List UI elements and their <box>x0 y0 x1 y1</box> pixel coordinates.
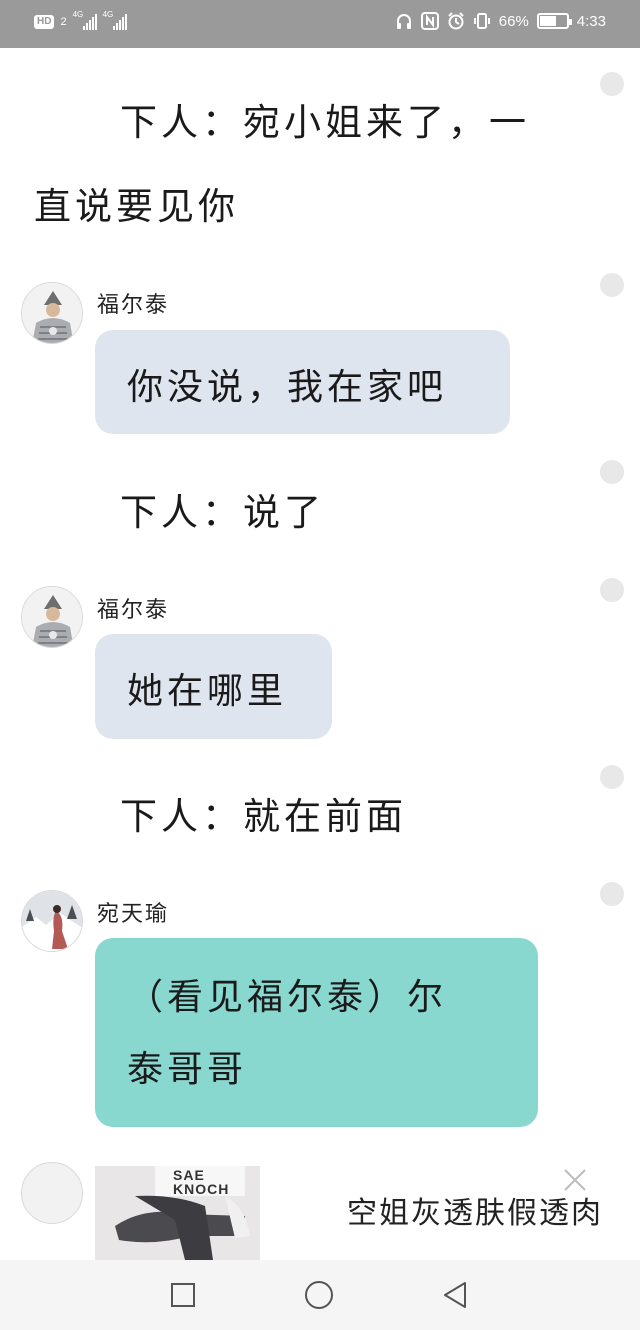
message-text: 她在哪里 <box>127 671 288 712</box>
close-icon[interactable] <box>561 1166 589 1194</box>
sender-name: 福尔泰 <box>97 293 170 318</box>
avatar[interactable] <box>21 1162 83 1224</box>
status-left: HD 2 4G 4G <box>34 10 127 30</box>
message-text: 你没说，我在家吧 <box>127 367 448 408</box>
hd-badge: HD <box>34 15 55 29</box>
network-type: 4G <box>72 10 84 19</box>
narration-text: 直说要见你 <box>34 185 239 228</box>
ad-banner[interactable]: SAE KNOCH 空姐灰透肤假透肉 <box>95 1166 640 1260</box>
signal-icon: 4G <box>73 10 97 30</box>
headphones-icon <box>395 12 413 30</box>
message-text-line: （看见福尔泰）尔 <box>127 977 448 1018</box>
battery-percent: 66% <box>498 12 529 30</box>
avatar[interactable] <box>21 586 83 648</box>
ad-image-text: SAE KNOCH <box>173 1167 230 1197</box>
sim-slot: 2 <box>60 16 67 28</box>
vibrate-icon <box>473 12 491 30</box>
ad-headline[interactable]: 空姐灰透肤假透肉 <box>347 1188 603 1232</box>
select-dot[interactable] <box>600 765 624 789</box>
navigation-bar <box>0 1260 640 1330</box>
ad-image[interactable]: SAE KNOCH <box>95 1166 260 1260</box>
message-bubble[interactable]: 你没说，我在家吧 <box>95 330 510 434</box>
status-bar: HD 2 4G 4G 66% 4:33 <box>0 0 640 48</box>
select-dot[interactable] <box>600 72 624 96</box>
network-type: 4G <box>102 10 114 19</box>
signal-icon: 4G <box>103 10 127 30</box>
select-dot[interactable] <box>600 273 624 297</box>
sender-name: 宛天瑜 <box>97 902 170 927</box>
battery-fill <box>539 16 557 26</box>
message-bubble[interactable]: 她在哪里 <box>95 634 332 739</box>
narration-text: 下人：就在前面 <box>120 795 407 838</box>
avatar[interactable] <box>21 890 83 952</box>
home-icon[interactable] <box>304 1280 334 1310</box>
status-right: 66% 4:33 <box>395 12 606 30</box>
message-text-line: 泰哥哥 <box>127 1049 248 1090</box>
select-dot[interactable] <box>600 882 624 906</box>
back-icon[interactable] <box>440 1280 470 1310</box>
avatar[interactable] <box>21 282 83 344</box>
narration-text: 下人：说了 <box>120 491 325 534</box>
chat-area[interactable]: 下人：宛小姐来了，一 直说要见你 福尔泰 你没说，我在家吧 下人：说了 福尔泰 <box>0 48 640 1260</box>
battery-icon <box>536 13 572 29</box>
select-dot[interactable] <box>600 578 624 602</box>
nfc-icon <box>420 12 439 30</box>
clock: 4:33 <box>576 12 606 30</box>
recent-apps-icon[interactable] <box>168 1280 198 1310</box>
select-dot[interactable] <box>600 460 624 484</box>
sender-name: 福尔泰 <box>97 598 170 623</box>
alarm-icon <box>447 12 465 30</box>
message-bubble[interactable]: （看见福尔泰）尔 泰哥哥 <box>95 938 538 1127</box>
